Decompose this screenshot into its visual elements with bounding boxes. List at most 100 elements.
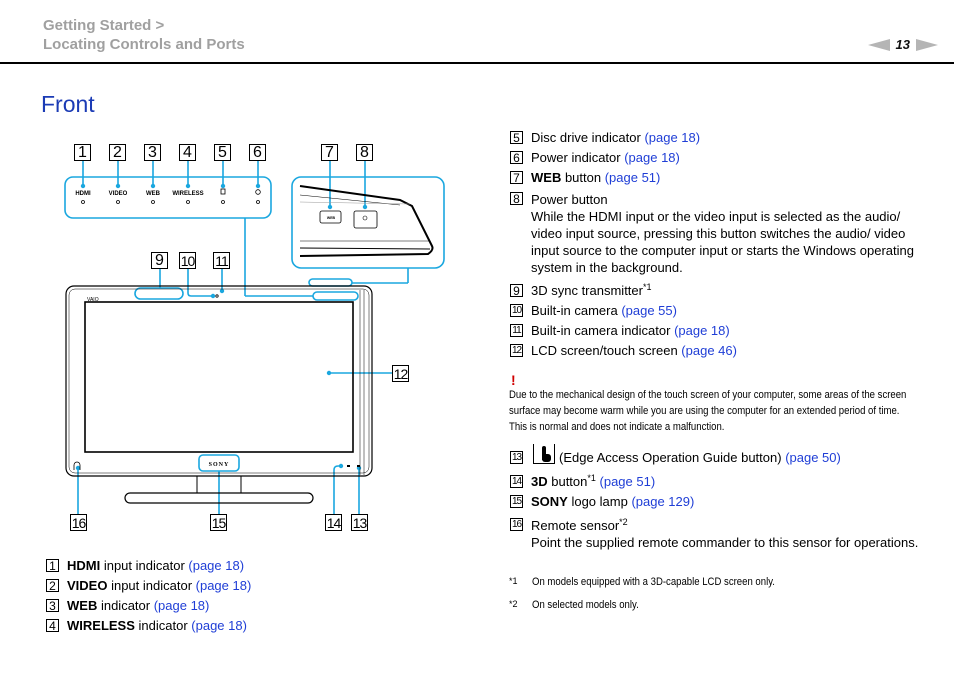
page-link[interactable]: (page 18) [154, 598, 210, 613]
list-item: 4 WIRELESS indicator (page 18) [46, 616, 251, 636]
right-legend-list: 5 Disc drive indicator (page 18) 6 Power i… [510, 128, 930, 361]
list-item: 5 Disc drive indicator (page 18) [510, 128, 930, 148]
page-link[interactable]: (page 129) [631, 494, 694, 509]
callout-6: 6 [249, 144, 266, 161]
item-number: 7 [510, 171, 523, 184]
item-number: 9 [510, 284, 523, 297]
item-text: Power indicator [531, 150, 625, 165]
footnote-mark: *1 [509, 576, 518, 586]
item-bold: VIDEO [67, 578, 108, 593]
callout-9: 9 [151, 252, 168, 269]
list-item: 16 Remote sensor*2 Point the supplied remo… [510, 517, 930, 551]
web-button-label: WEB [327, 216, 336, 220]
callout-14: 14 [325, 514, 342, 531]
callout-4: 4 [179, 144, 196, 161]
callout-11: 11 [213, 252, 230, 269]
footnote-text: On models equipped with a 3D-capable LCD… [532, 576, 775, 588]
list-item: 12 LCD screen/touch screen (page 46) [510, 341, 930, 361]
footnote: *1 On models equipped with a 3D-capable L… [509, 576, 811, 588]
footnote-ref: *1 [642, 282, 652, 292]
item-text: Built-in camera [531, 303, 622, 318]
item-bold: HDMI [67, 558, 101, 573]
item-text: button [547, 474, 588, 489]
callout-1: 1 [74, 144, 91, 161]
callout-2: 2 [109, 144, 126, 161]
page-link[interactable]: (page 46) [681, 343, 737, 358]
page-link[interactable]: (page 18) [196, 578, 252, 593]
page-link[interactable]: (page 18) [624, 150, 680, 165]
warning-text: Due to the mechanical design of the touc… [509, 389, 907, 433]
item-number: 10 [510, 304, 523, 317]
item-description: While the HDMI input or the video input … [531, 209, 914, 275]
power-icon [255, 189, 261, 195]
page-link[interactable]: (page 50) [785, 450, 841, 465]
footnote-text: On selected models only. [532, 599, 639, 611]
item-text: LCD screen/touch screen [531, 343, 682, 358]
item-bold: WIRELESS [67, 618, 135, 633]
item-number: 13 [510, 451, 523, 464]
item-number: 12 [510, 344, 523, 357]
item-text: indicator [97, 598, 154, 613]
callout-12: 12 [392, 365, 409, 382]
item-text: Remote sensor [531, 518, 620, 533]
list-item: 13 (Edge Access Operation Guide button) … [510, 444, 930, 468]
callout-5: 5 [214, 144, 231, 161]
page-link[interactable]: (page 18) [188, 558, 244, 573]
right-legend-list-2: 13 (Edge Access Operation Guide button) … [510, 444, 930, 551]
item-text: input indicator [107, 578, 196, 593]
item-text: 3D sync transmitter [531, 283, 643, 298]
item-number: 5 [510, 131, 523, 144]
item-description: Point the supplied remote commander to t… [531, 535, 919, 550]
footnote-mark: *2 [509, 599, 518, 609]
item-bold: 3D [531, 474, 548, 489]
page-link[interactable]: (page 18) [191, 618, 247, 633]
item-number: 14 [510, 475, 523, 488]
warning-icon: ! [511, 372, 516, 388]
item-number: 3 [46, 599, 59, 612]
item-text: logo lamp [567, 494, 632, 509]
item-number: 11 [510, 324, 523, 337]
page-link[interactable]: (page 51) [596, 474, 656, 489]
footnote-ref: *1 [587, 473, 596, 483]
callout-10: 10 [179, 252, 196, 269]
indicator-strip-outline [312, 291, 359, 301]
item-number: 1 [46, 559, 59, 572]
sony-logo: SONY [209, 462, 230, 468]
callout-16: 16 [70, 514, 87, 531]
item-text: Disc drive indicator [531, 130, 645, 145]
item-text: Power button [531, 192, 608, 207]
web-indicator-label: WEB [146, 191, 160, 197]
footnote: *2 On selected models only. [509, 599, 655, 611]
item-text: input indicator [100, 558, 189, 573]
callout-13: 13 [351, 514, 368, 531]
item-number: 4 [46, 619, 59, 632]
page-link[interactable]: (page 55) [621, 303, 677, 318]
callout-7: 7 [321, 144, 338, 161]
left-legend-list: 1 HDMI input indicator (page 18) 2 VIDEO i… [46, 556, 251, 636]
list-item: 14 3D button*1 (page 51) [510, 472, 930, 492]
list-item: 6 Power indicator (page 18) [510, 148, 930, 168]
video-indicator-label: VIDEO [108, 191, 128, 197]
footnote-ref: *2 [619, 517, 628, 527]
page-link[interactable]: (page 18) [644, 130, 700, 145]
list-item: 3 WEB indicator (page 18) [46, 596, 251, 616]
item-bold: WEB [531, 170, 562, 185]
list-item: 10 Built-in camera (page 55) [510, 301, 930, 321]
list-item: 9 3D sync transmitter*1 [510, 281, 930, 301]
list-item: 7 WEB button (page 51) [510, 168, 930, 188]
item-text: (Edge Access Operation Guide button) [559, 450, 786, 465]
indicator-panel-outline [64, 176, 272, 219]
vaio-logo: VAIO [87, 297, 99, 303]
item-number: 16 [510, 518, 523, 531]
hdmi-indicator-label: HDMI [75, 191, 91, 197]
item-text: indicator [134, 618, 192, 633]
callout-8: 8 [356, 144, 373, 161]
list-item: 11 Built-in camera indicator (page 18) [510, 321, 930, 341]
page-link[interactable]: (page 18) [674, 323, 730, 338]
list-item: 1 HDMI input indicator (page 18) [46, 556, 251, 576]
page-link[interactable]: (page 51) [605, 170, 661, 185]
list-item: 15 SONY logo lamp (page 129) [510, 492, 930, 512]
list-item: 8 Power button While the HDMI input or the… [510, 191, 930, 276]
item-text: Built-in camera indicator [531, 323, 675, 338]
wireless-indicator-label: WIRELESS [172, 191, 204, 197]
